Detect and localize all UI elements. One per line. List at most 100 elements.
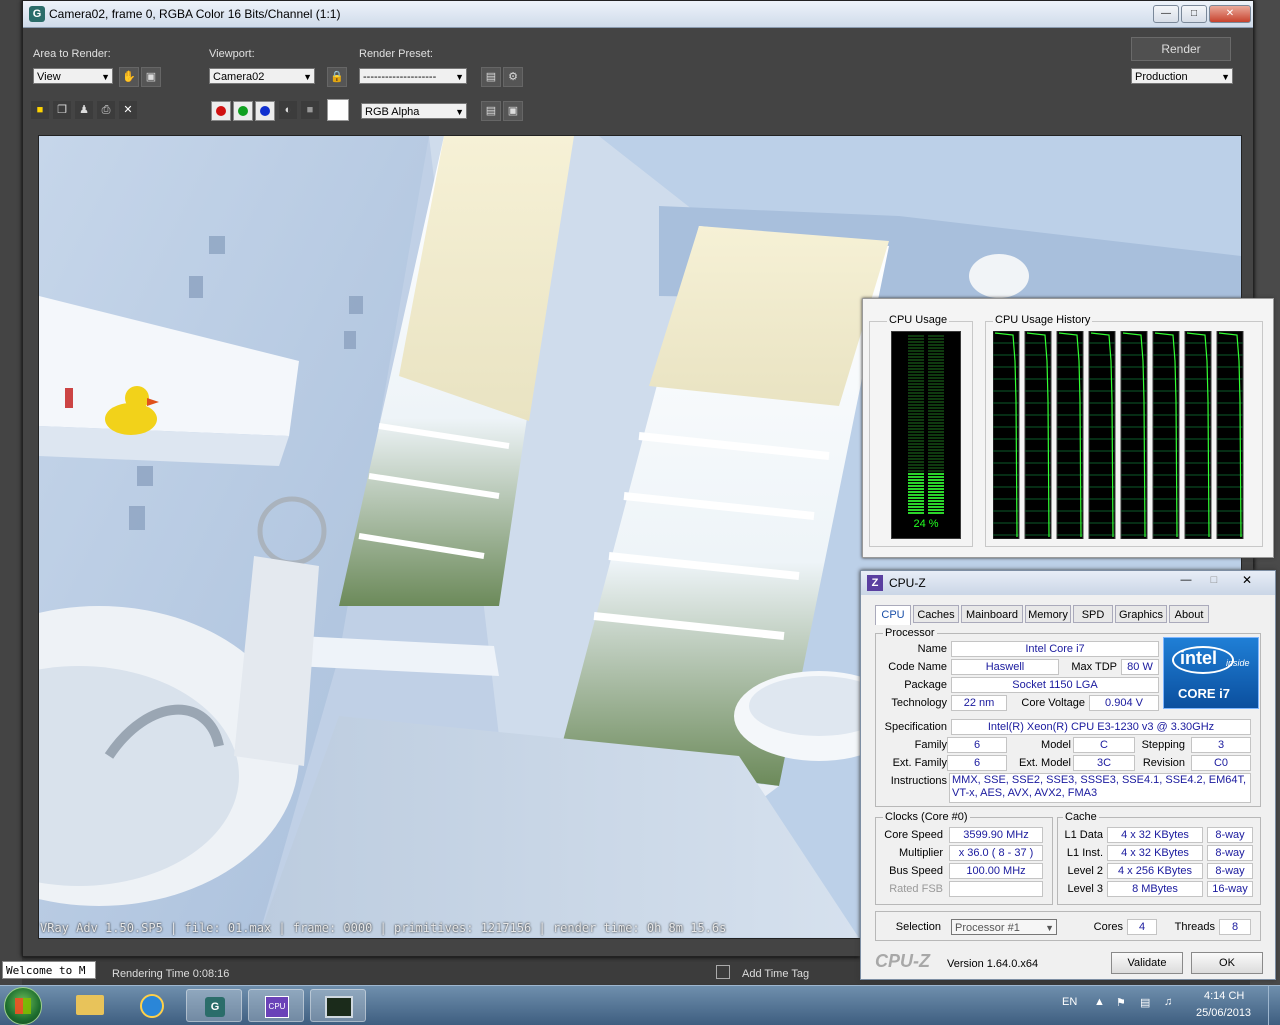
blue-channel-toggle[interactable] [255,101,275,121]
toggle-ui-icon[interactable]: ▤ [481,101,501,121]
alpha-channel-icon[interactable]: ◐ [279,101,297,119]
network-icon[interactable]: ▤ [1140,996,1150,1009]
time-tag-icon[interactable] [716,965,730,979]
show-desktop-button[interactable] [1268,986,1280,1025]
usage-segment [908,440,924,442]
area-to-render-label: Area to Render: [33,48,111,60]
viewport-select[interactable]: Camera02 ▼ [209,68,315,84]
usage-segment [908,455,924,457]
toggle-overlay-icon[interactable]: ▣ [503,101,523,121]
l1i-way: 8-way [1207,845,1253,861]
usage-segment [928,434,944,436]
instructions-label: Instructions [890,775,947,787]
usage-segment [928,359,944,361]
red-channel-toggle[interactable] [211,101,231,121]
intel-wordmark: intel [1180,648,1218,668]
usage-segment [928,401,944,403]
action-center-icon[interactable]: ⚑ [1116,996,1126,1009]
processor-select[interactable]: Processor #1 ▼ [951,919,1057,935]
intel-core-text: CORE i7 [1178,686,1231,701]
region-icon[interactable]: ▣ [141,67,161,87]
usage-segment [908,446,924,448]
render-button[interactable]: Render [1131,37,1231,61]
usage-segment [908,467,924,469]
cpuz-maximize-button[interactable]: □ [1201,574,1227,590]
clock-date[interactable]: 25/06/2013 [1196,1007,1251,1019]
clone-frame-icon[interactable]: ♟ [75,101,93,119]
tray-arrow-icon[interactable]: ▲ [1094,996,1105,1008]
tab-about[interactable]: About [1169,605,1209,623]
name-label: Name [917,643,947,655]
usage-segment [928,428,944,430]
chevron-down-icon: ▼ [1045,923,1054,933]
codename-value: Haswell [951,659,1059,675]
taskbar-3dsmax[interactable]: G [186,989,242,1022]
cpu-history-svg [992,330,1244,540]
close-button[interactable]: ✕ [1209,5,1251,23]
usage-segment [908,485,924,487]
validate-button[interactable]: Validate [1111,952,1183,974]
maximize-button[interactable]: □ [1181,5,1207,23]
voltage-label: Core Voltage [1021,697,1085,709]
add-time-tag-button[interactable]: Add Time Tag [742,968,809,980]
channel-select[interactable]: RGB Alpha ▼ [361,103,467,119]
family-value: 6 [947,737,1007,753]
usage-segment [928,347,944,349]
color-swatch[interactable] [327,99,349,121]
print-image-icon[interactable]: ⎙ [97,101,115,119]
taskbar-explorer[interactable] [62,989,118,1022]
taskbar-task-manager[interactable] [310,989,366,1022]
start-button[interactable] [4,987,42,1025]
l1d-value: 4 x 32 KBytes [1107,827,1203,843]
area-to-render-select[interactable]: View ▼ [33,68,113,84]
tab-spd[interactable]: SPD [1073,605,1113,623]
tab-memory[interactable]: Memory [1025,605,1071,623]
cpuz-titlebar[interactable]: Z CPU-Z — □ ✕ [861,571,1275,595]
usage-segment [928,341,944,343]
cpuz-minimize-button[interactable]: — [1173,574,1199,590]
environment-icon[interactable]: ⚙ [503,67,523,87]
minimize-button[interactable]: — [1153,5,1179,23]
usage-segment [908,410,924,412]
render-window-titlebar[interactable]: G Camera02, frame 0, RGBA Color 16 Bits/… [23,1,1253,28]
ok-button[interactable]: OK [1191,952,1263,974]
production-select[interactable]: Production ▼ [1131,68,1233,84]
l3-way: 16-way [1207,881,1253,897]
ratedfsb-label: Rated FSB [889,883,943,895]
extmodel-value: 3C [1073,755,1135,771]
mono-icon[interactable]: ■ [301,101,319,119]
lock-icon[interactable]: 🔒 [327,67,347,87]
volume-icon[interactable]: ♫ [1164,996,1172,1008]
tab-graphics[interactable]: Graphics [1115,605,1167,623]
usage-segment [908,374,924,376]
usage-segment [908,380,924,382]
tab-mainboard[interactable]: Mainboard [961,605,1023,623]
language-indicator[interactable]: EN [1062,996,1077,1008]
render-status-line: VRay Adv 1.50.SP5 | file: 01.max | frame… [40,921,727,935]
hand-icon[interactable]: ✋ [119,67,139,87]
maxscript-listener-field[interactable]: Welcome to M [2,961,96,979]
usage-segment [908,335,924,337]
cpuz-close-button[interactable]: ✕ [1231,573,1263,591]
clear-icon[interactable]: ✕ [119,101,137,119]
usage-segment [928,446,944,448]
taskbar-cpuz[interactable]: CPU [248,989,304,1022]
render-setup-icon[interactable]: ▤ [481,67,501,87]
tab-caches[interactable]: Caches [913,605,959,623]
cpu-history-graphs [992,330,1255,540]
usage-segment [928,452,944,454]
usage-segment [908,452,924,454]
usage-segment [908,362,924,364]
clock-time[interactable]: 4:14 CH [1204,990,1244,1002]
save-image-icon[interactable]: ■ [31,101,49,119]
taskbar-ie[interactable] [124,989,180,1022]
copy-image-icon[interactable]: ❐ [53,101,71,119]
usage-segment [908,443,924,445]
tab-cpu[interactable]: CPU [875,605,911,625]
green-channel-toggle[interactable] [233,101,253,121]
usage-segment [908,404,924,406]
usage-segment [928,461,944,463]
usage-segment [928,488,944,490]
usage-segment [928,374,944,376]
render-preset-select[interactable]: -------------------- ▼ [359,68,467,84]
